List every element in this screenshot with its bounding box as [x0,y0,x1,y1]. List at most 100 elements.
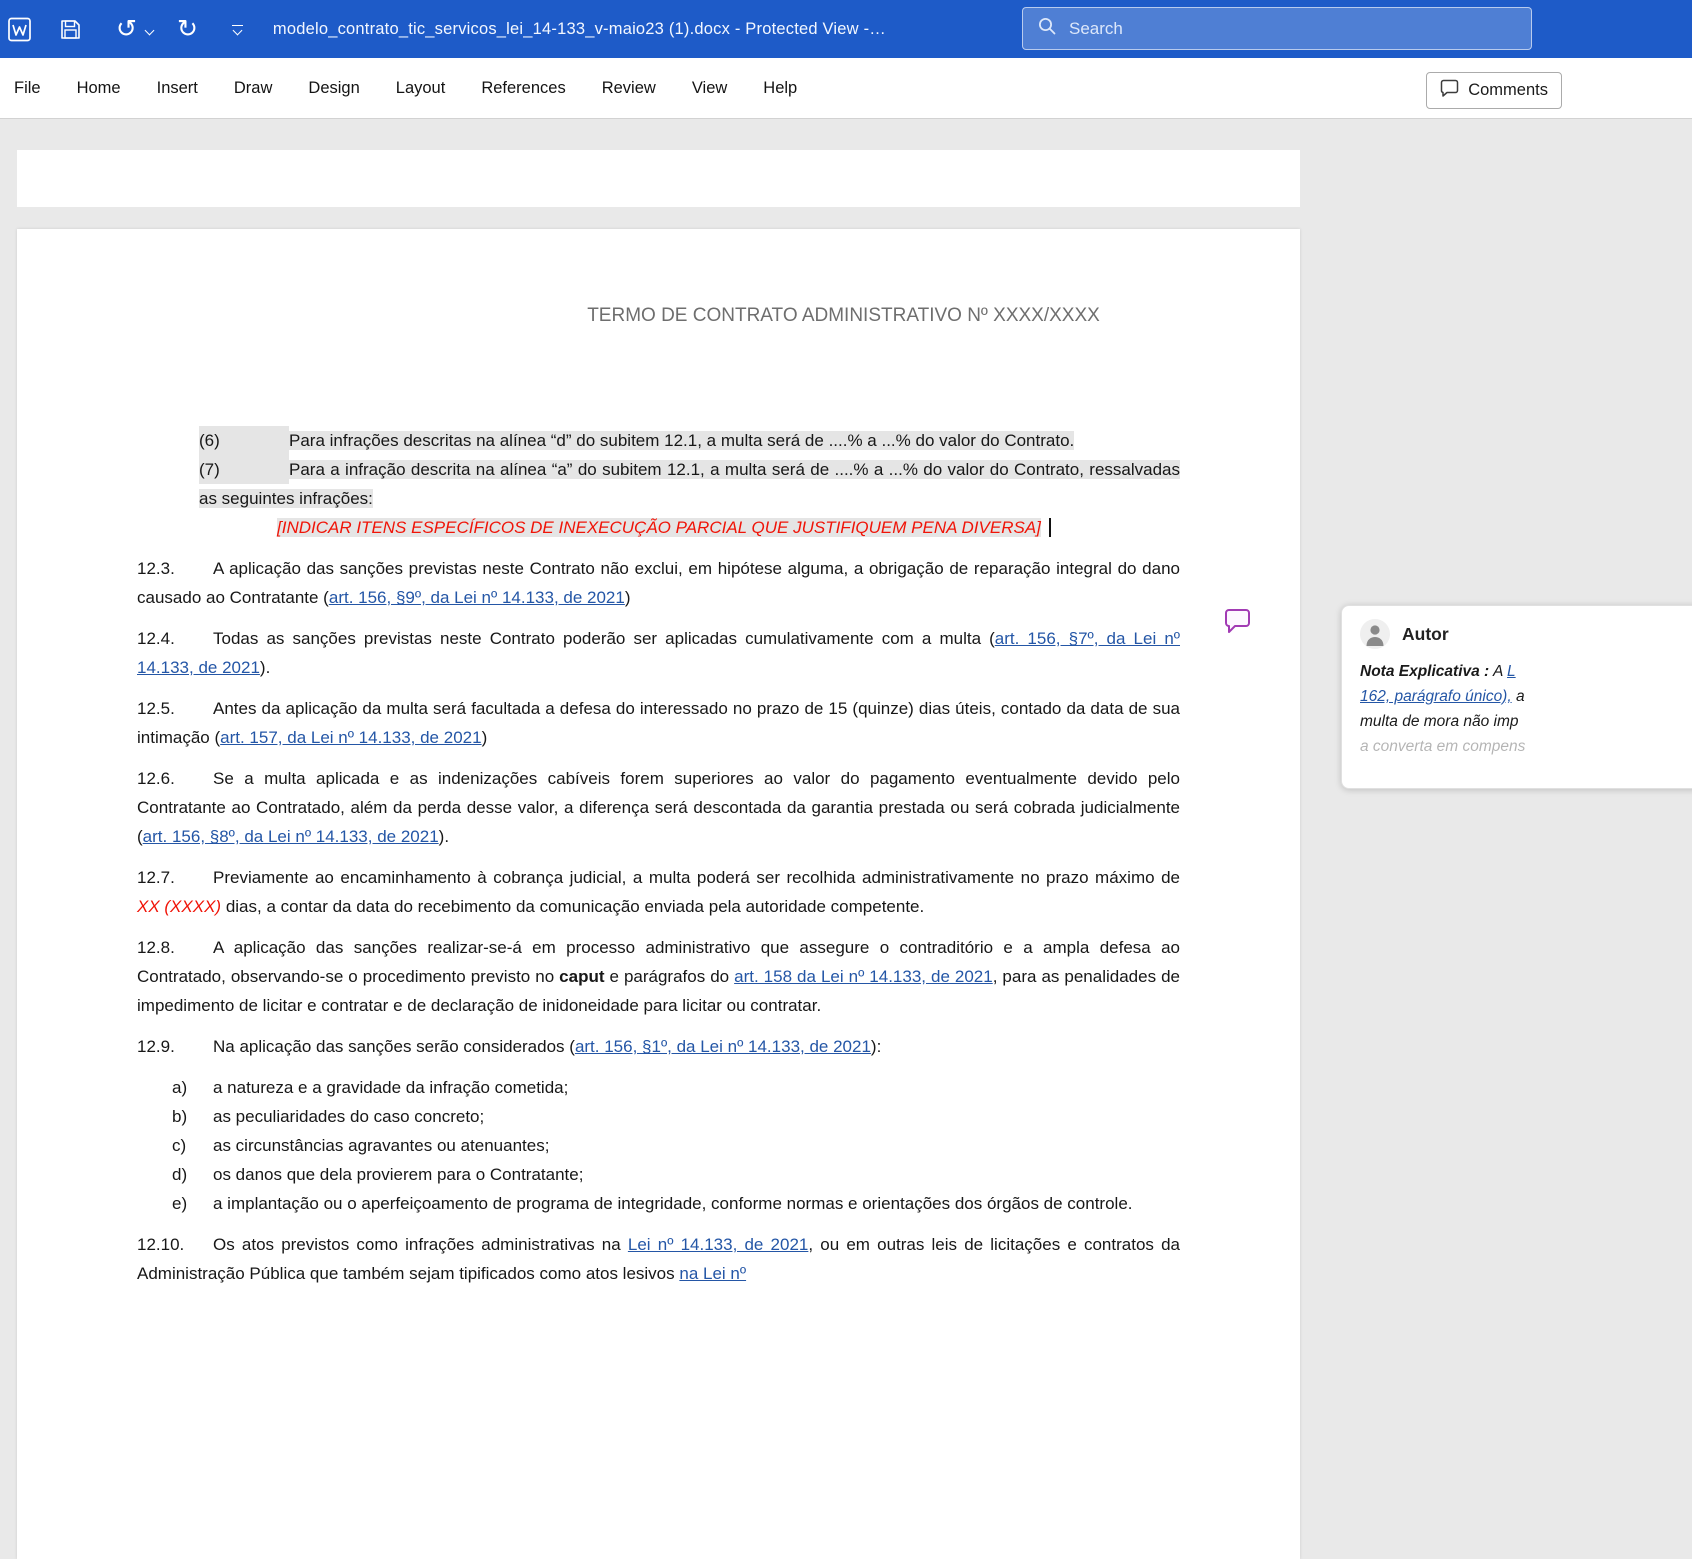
clause-12-6-paragraph: 12.6.Se a multa aplicada e as indenizaçõ… [137,764,1180,851]
placeholder-value: XX (XXXX) [137,897,221,916]
comment-body: Nota Explicativa : A L 162, parágrafo ún… [1360,659,1692,759]
clause-text: ). [439,827,449,846]
clause-number: 12.3. [137,554,213,583]
tab-references[interactable]: References [481,79,565,98]
undo-icon[interactable]: ↺ [116,17,137,42]
law-link[interactable]: art. 156, §1º, da Lei nº 14.133, de 2021 [575,1037,871,1056]
comment-line: 162, parágrafo único), a [1360,684,1692,709]
clause-number: 12.4. [137,624,213,653]
document-page[interactable]: TERMO DE CONTRATO ADMINISTRATIVO Nº XXXX… [17,229,1300,1559]
lettered-list: a)a natureza e a gravidade da infração c… [137,1073,1180,1218]
clause-7-paragraph: (7)Para a infração descrita na alínea “a… [199,455,1180,513]
clause-12-9-paragraph: 12.9.Na aplicação das sanções serão cons… [137,1032,1180,1061]
clause-text: ): [871,1037,881,1056]
comment-line: multa de mora não imp [1360,709,1692,734]
clause-text: A aplicação das sanções previstas neste … [137,559,1180,607]
clause-text: ) [482,728,488,747]
document-heading: TERMO DE CONTRATO ADMINISTRATIVO Nº XXXX… [137,301,1180,330]
comment-header: Autor [1360,619,1692,649]
clause-number: (7) [199,455,289,484]
comment-line: Nota Explicativa : A L [1360,659,1692,684]
search-input[interactable] [1067,18,1491,40]
law-link[interactable]: art. 158 da Lei nº 14.133, de 2021 [734,967,993,986]
comment-marker-icon[interactable] [1224,608,1252,639]
list-letter: e) [172,1189,213,1218]
clause-12-4-paragraph: 12.4.Todas as sanções previstas neste Co… [137,624,1180,682]
comment-card[interactable]: Autor Nota Explicativa : A L 162, parágr… [1341,605,1692,789]
comment-line-faded: a converta em compens [1360,734,1692,759]
law-link[interactable]: na Lei nº [679,1264,746,1283]
law-link[interactable]: art. 157, da Lei nº 14.133, de 2021 [220,728,481,747]
tab-home[interactable]: Home [77,79,121,98]
tab-layout[interactable]: Layout [396,79,446,98]
comment-icon [1440,79,1459,102]
search-icon [1037,16,1057,41]
note-label: Nota Explicativa : [1360,663,1489,680]
clause-number: 12.5. [137,694,213,723]
placeholder-text: [INDICAR ITENS ESPECÍFICOS DE INEXECUÇÃO… [277,518,1041,537]
tab-design[interactable]: Design [308,79,359,98]
law-link[interactable]: art. 156, §8º, da Lei nº 14.133, de 2021 [143,827,439,846]
clause-text: Os atos previstos como infrações adminis… [213,1235,628,1254]
list-letter: d) [172,1160,213,1189]
list-letter: b) [172,1102,213,1131]
list-item: b)as peculiaridades do caso concreto; [199,1102,1180,1131]
ribbon: File Home Insert Draw Design Layout Refe… [0,58,1692,119]
list-text: a natureza e a gravidade da infração com… [213,1078,568,1097]
list-item: a)a natureza e a gravidade da infração c… [199,1073,1180,1102]
list-text: a implantação ou o aperfeiçoamento de pr… [213,1194,1133,1213]
search-box[interactable] [1022,7,1532,50]
bold-term: caput [559,967,604,986]
text-caret [1049,518,1052,537]
list-item: d)os danos que dela provierem para o Con… [199,1160,1180,1189]
clause-text: dias, a contar da data do recebimento da… [221,897,924,916]
list-item: e)a implantação ou o aperfeiçoamento de … [199,1189,1180,1218]
author-avatar-icon [1360,619,1390,649]
clause-12-3-paragraph: 12.3.A aplicação das sanções previstas n… [137,554,1180,612]
law-link[interactable]: 162, parágrafo único), [1360,688,1512,705]
document-canvas: TERMO DE CONTRATO ADMINISTRATIVO Nº XXXX… [0,119,1692,1543]
clause-text: ). [260,658,270,677]
word-app-icon[interactable] [6,16,33,43]
clause-text: ) [625,588,631,607]
tab-view[interactable]: View [692,79,727,98]
save-icon[interactable] [59,18,82,41]
list-text: as circunstâncias agravantes ou atenuant… [213,1136,549,1155]
comment-author: Autor [1402,624,1449,645]
comments-button[interactable]: Comments [1426,72,1562,109]
clause-number: 12.7. [137,863,213,892]
clause-text: Na aplicação das sanções serão considera… [213,1037,575,1056]
clause-number: 12.10. [137,1230,213,1259]
clause-number: 12.8. [137,933,213,962]
list-text: os danos que dela provierem para o Contr… [213,1165,583,1184]
clause-number: 12.6. [137,764,213,793]
quick-access-toolbar-chevron-icon[interactable] [232,25,243,34]
law-link[interactable]: Lei nº 14.133, de 2021 [628,1235,808,1254]
clause-text: Todas as sanções previstas neste Contrat… [213,629,995,648]
clause-number: (6) [199,426,289,455]
list-text: as peculiaridades do caso concreto; [213,1107,484,1126]
clause-number: 12.9. [137,1032,213,1061]
clause-12-7-paragraph: 12.7.Previamente ao encaminhamento à cob… [137,863,1180,921]
editor-placeholder-note: [INDICAR ITENS ESPECÍFICOS DE INEXECUÇÃO… [277,513,1180,542]
clause-text: Para a infração descrita na alínea “a” d… [199,460,1180,508]
previous-page-bottom [17,150,1300,207]
law-link[interactable]: art. 156, §9º, da Lei nº 14.133, de 2021 [329,588,625,607]
clause-6-paragraph: (6)Para infrações descritas na alínea “d… [199,426,1180,455]
tab-help[interactable]: Help [763,79,797,98]
tab-review[interactable]: Review [602,79,656,98]
tab-file[interactable]: File [14,79,41,98]
clause-12-10-paragraph: 12.10.Os atos previstos como infrações a… [137,1230,1180,1288]
list-item: c)as circunstâncias agravantes ou atenua… [199,1131,1180,1160]
document-title: modelo_contrato_tic_servicos_lei_14-133_… [273,20,886,39]
titlebar: ↺ ↻ modelo_contrato_tic_servicos_lei_14-… [0,0,1692,58]
clause-12-5-paragraph: 12.5.Antes da aplicação da multa será fa… [137,694,1180,752]
chevron-down-icon[interactable] [146,25,153,34]
redo-icon[interactable]: ↻ [177,17,198,42]
clause-text: Para infrações descritas na alínea “d” d… [289,431,1074,450]
tab-insert[interactable]: Insert [157,79,198,98]
list-letter: a) [172,1073,213,1102]
tab-draw[interactable]: Draw [234,79,273,98]
law-link[interactable]: L [1507,663,1516,680]
clause-text: Previamente ao encaminhamento à cobrança… [213,868,1180,887]
